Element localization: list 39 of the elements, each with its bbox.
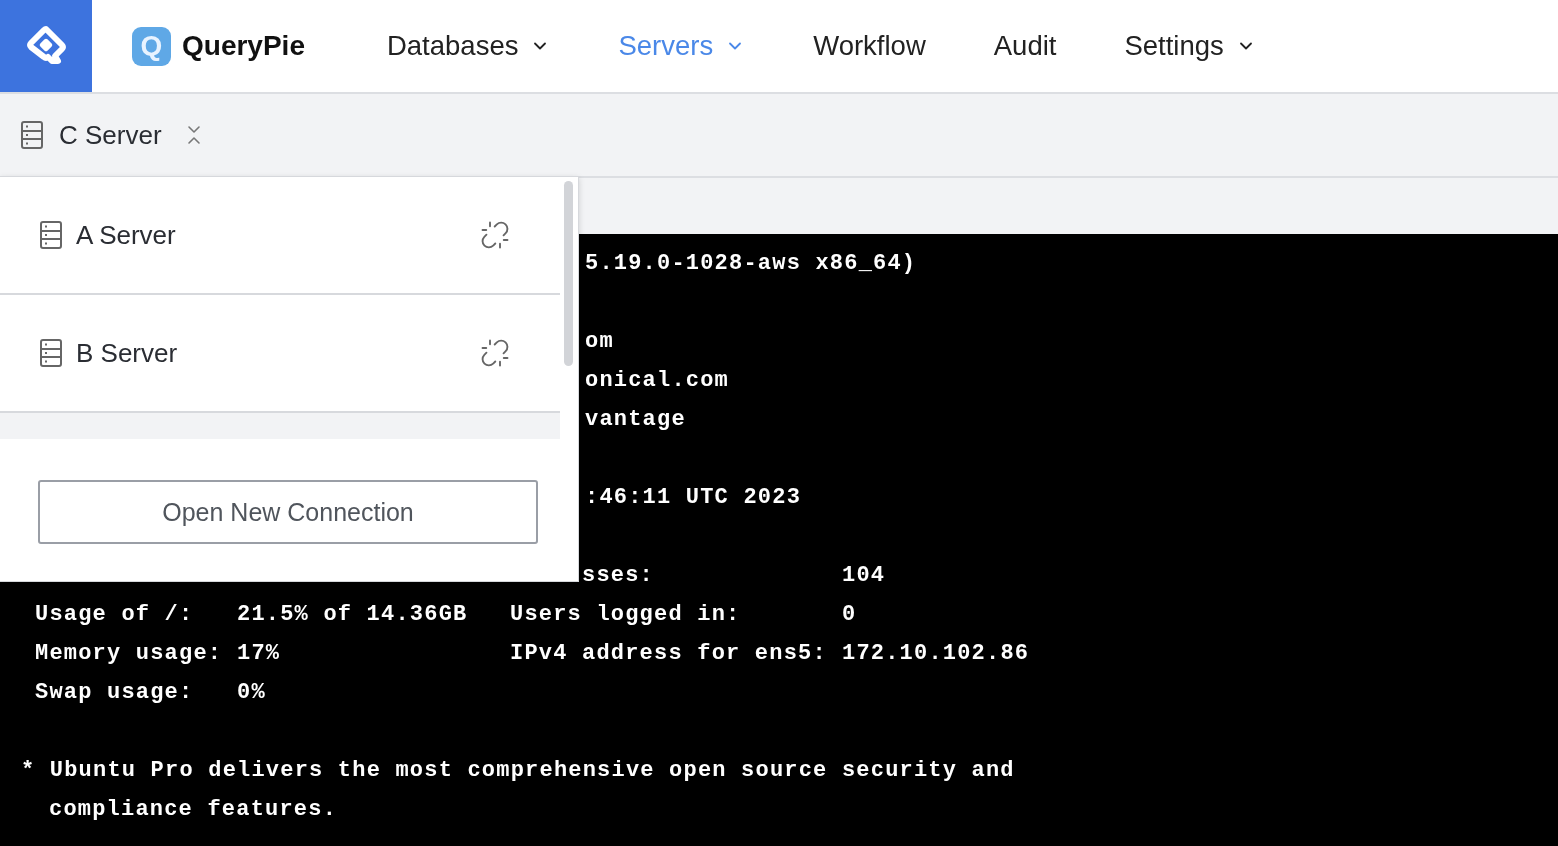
terminal-line: onical.com — [585, 368, 730, 393]
terminal-line: * Ubuntu Pro delivers the most comprehensive open source security and — [21, 758, 1015, 783]
server-icon — [40, 339, 62, 367]
terminal-text: 0 — [842, 601, 858, 629]
nav-item[interactable]: Servers — [618, 30, 746, 62]
scrollbar[interactable] — [564, 181, 573, 366]
app-logo-tile[interactable] — [0, 0, 92, 92]
terminal-text: Users logged in: — [510, 601, 742, 629]
terminal-line: :46:11 UTC 2023 — [585, 485, 802, 510]
brand-logo: Q — [132, 26, 171, 66]
terminal-text: Swap usage: — [35, 679, 195, 707]
terminal-line: 5.19.0-1028-aws x86_64) — [585, 251, 917, 276]
terminal-text: 21.5% of 14.36GB — [237, 601, 469, 629]
terminal-line: vantage — [585, 407, 686, 432]
terminal-text: IPv4 address for ens5: — [510, 640, 828, 668]
nav-item[interactable]: Settings — [1124, 30, 1256, 62]
brand-name: QueryPie — [182, 30, 305, 62]
terminal-text: sses: — [581, 562, 655, 590]
logo-icon — [25, 25, 67, 67]
terminal-text: 0% — [237, 679, 267, 707]
terminal-text: Usage of /: — [35, 601, 195, 629]
server-name: B Server — [76, 337, 179, 369]
terminal-line: compliance features. — [49, 797, 338, 822]
nav-item[interactable]: Databases — [386, 30, 551, 62]
server-name: A Server — [76, 219, 177, 251]
nav-item[interactable]: Audit — [993, 30, 1057, 62]
open-new-connection-button[interactable]: Open New Connection — [38, 480, 538, 544]
terminal-text: 172.10.102.86 — [842, 640, 1031, 668]
terminal-line: om — [585, 329, 614, 354]
terminal-text: Memory usage: — [35, 640, 224, 668]
current-server: C Server — [59, 119, 162, 151]
server-item[interactable]: A Server — [0, 177, 560, 295]
terminal-text: 104 — [842, 562, 887, 590]
broken-link-icon[interactable] — [480, 338, 510, 368]
terminal-text: 17% — [237, 640, 282, 668]
nav-item[interactable]: Workflow — [813, 30, 926, 62]
server-icon — [21, 121, 43, 149]
broken-link-icon[interactable] — [480, 220, 510, 250]
server-icon — [40, 221, 62, 249]
